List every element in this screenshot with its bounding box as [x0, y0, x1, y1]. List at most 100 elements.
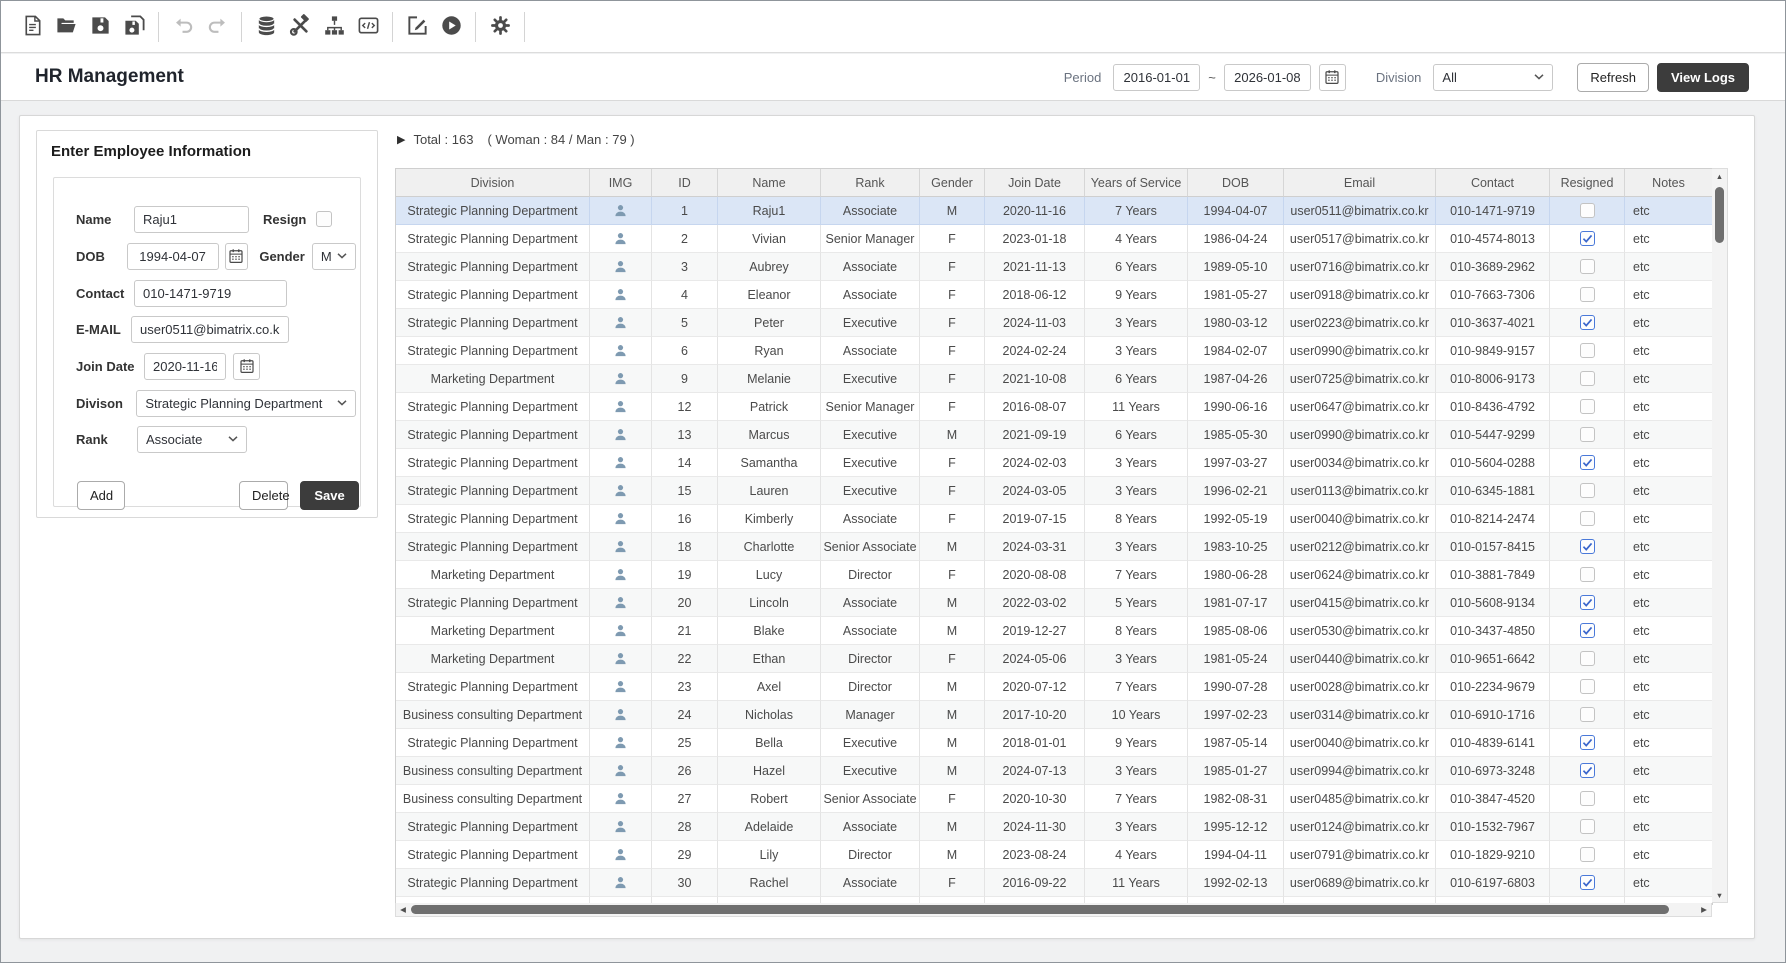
- toolbar-new-document-button[interactable]: [15, 10, 49, 44]
- table-row[interactable]: Strategic Planning Department30RachelAss…: [396, 869, 1712, 897]
- scroll-up-arrow[interactable]: ▲: [1712, 169, 1727, 183]
- add-button[interactable]: Add: [77, 481, 125, 510]
- table-row[interactable]: Strategic Planning Department12PatrickSe…: [396, 393, 1712, 421]
- table-row[interactable]: Strategic Planning Department28AdelaideA…: [396, 813, 1712, 841]
- rank-select[interactable]: Associate: [137, 426, 247, 453]
- toolbar-undo-button[interactable]: [166, 10, 200, 44]
- table-row[interactable]: Strategic Planning Department4EleanorAss…: [396, 281, 1712, 309]
- column-header-rank[interactable]: Rank: [821, 169, 920, 197]
- resigned-checkbox[interactable]: [1580, 875, 1595, 890]
- table-row[interactable]: Strategic Planning Department18Charlotte…: [396, 533, 1712, 561]
- column-header-resigned[interactable]: Resigned: [1550, 169, 1625, 197]
- period-calendar-button[interactable]: [1319, 64, 1346, 91]
- scroll-down-arrow[interactable]: ▼: [1712, 888, 1727, 902]
- join-date-input[interactable]: [144, 353, 226, 380]
- table-row[interactable]: Strategic Planning Department14SamanthaE…: [396, 449, 1712, 477]
- resigned-checkbox[interactable]: [1580, 371, 1595, 386]
- table-row[interactable]: Strategic Planning Department23AxelDirec…: [396, 673, 1712, 701]
- table-row[interactable]: Strategic Planning Department15LaurenExe…: [396, 477, 1712, 505]
- resigned-checkbox[interactable]: [1580, 791, 1595, 806]
- dob-input[interactable]: [127, 243, 219, 270]
- resigned-checkbox[interactable]: [1580, 203, 1595, 218]
- scroll-right-arrow[interactable]: ▶: [1697, 903, 1711, 916]
- resigned-checkbox[interactable]: [1580, 623, 1595, 638]
- resigned-checkbox[interactable]: [1580, 735, 1595, 750]
- toolbar-code-button[interactable]: [351, 10, 385, 44]
- column-header-contact[interactable]: Contact: [1436, 169, 1550, 197]
- resigned-checkbox[interactable]: [1580, 567, 1595, 582]
- toolbar-database-button[interactable]: [249, 10, 283, 44]
- table-row[interactable]: Business consulting Department26HazelExe…: [396, 757, 1712, 785]
- toolbar-save-all-button[interactable]: [117, 10, 151, 44]
- division-select[interactable]: All: [1433, 64, 1553, 91]
- table-row[interactable]: Strategic Planning Department3AubreyAsso…: [396, 253, 1712, 281]
- table-row[interactable]: Strategic Planning Department2VivianSeni…: [396, 225, 1712, 253]
- toolbar-redo-button[interactable]: [200, 10, 234, 44]
- table-row[interactable]: Strategic Planning Department6RyanAssoci…: [396, 337, 1712, 365]
- save-button[interactable]: Save: [300, 481, 359, 510]
- toolbar-edit-button[interactable]: [400, 10, 434, 44]
- resigned-checkbox[interactable]: [1580, 399, 1595, 414]
- column-header-img[interactable]: IMG: [590, 169, 652, 197]
- toolbar-save-button[interactable]: [83, 10, 117, 44]
- table-row[interactable]: Business consulting Department27RobertSe…: [396, 785, 1712, 813]
- delete-button[interactable]: Delete: [239, 481, 288, 510]
- resigned-checkbox[interactable]: [1580, 343, 1595, 358]
- toolbar-settings-button[interactable]: [483, 10, 517, 44]
- table-row[interactable]: Marketing Department9MelanieExecutiveF20…: [396, 365, 1712, 393]
- vertical-scroll-thumb[interactable]: [1715, 187, 1724, 243]
- period-to-input[interactable]: [1224, 64, 1311, 91]
- division-form-select[interactable]: Strategic Planning Department: [136, 390, 356, 417]
- contact-input[interactable]: [134, 280, 287, 307]
- table-row[interactable]: Strategic Planning Department13MarcusExe…: [396, 421, 1712, 449]
- resigned-checkbox[interactable]: [1580, 483, 1595, 498]
- table-row[interactable]: Strategic Planning Department5PeterExecu…: [396, 309, 1712, 337]
- table-row[interactable]: Marketing Department21BlakeAssociateM201…: [396, 617, 1712, 645]
- gender-select[interactable]: M: [312, 243, 356, 270]
- table-row[interactable]: Strategic Planning Department20LincolnAs…: [396, 589, 1712, 617]
- resign-checkbox[interactable]: [316, 211, 332, 227]
- column-header-years[interactable]: Years of Service: [1085, 169, 1188, 197]
- column-header-name[interactable]: Name: [718, 169, 821, 197]
- view-logs-button[interactable]: View Logs: [1657, 63, 1749, 92]
- resigned-checkbox[interactable]: [1580, 763, 1595, 778]
- table-row[interactable]: Strategic Planning Department1Raju1Assoc…: [396, 197, 1712, 225]
- column-header-dob[interactable]: DOB: [1188, 169, 1284, 197]
- column-header-gender[interactable]: Gender: [920, 169, 985, 197]
- table-row[interactable]: Strategic Planning Department25BellaExec…: [396, 729, 1712, 757]
- resigned-checkbox[interactable]: [1580, 679, 1595, 694]
- resigned-checkbox[interactable]: [1580, 427, 1595, 442]
- resigned-checkbox[interactable]: [1580, 707, 1595, 722]
- table-row[interactable]: Marketing Department22EthanDirectorF2024…: [396, 645, 1712, 673]
- column-header-division[interactable]: Division: [396, 169, 590, 197]
- table-row[interactable]: Strategic Planning Department16KimberlyA…: [396, 505, 1712, 533]
- email-input[interactable]: [131, 316, 289, 343]
- resigned-checkbox[interactable]: [1580, 259, 1595, 274]
- resigned-checkbox[interactable]: [1580, 819, 1595, 834]
- column-header-email[interactable]: Email: [1284, 169, 1436, 197]
- resigned-checkbox[interactable]: [1580, 231, 1595, 246]
- resigned-checkbox[interactable]: [1580, 455, 1595, 470]
- join-calendar-button[interactable]: [233, 353, 260, 380]
- scroll-left-arrow[interactable]: ◀: [396, 903, 410, 916]
- resigned-checkbox[interactable]: [1580, 511, 1595, 526]
- toolbar-run-button[interactable]: [434, 10, 468, 44]
- column-header-join_date[interactable]: Join Date: [985, 169, 1085, 197]
- table-row[interactable]: Strategic Planning Department29LilyDirec…: [396, 841, 1712, 869]
- name-input[interactable]: [134, 206, 249, 233]
- table-row[interactable]: Marketing Department19LucyDirectorF2020-…: [396, 561, 1712, 589]
- toolbar-sitemap-button[interactable]: [317, 10, 351, 44]
- resigned-checkbox[interactable]: [1580, 539, 1595, 554]
- toolbar-tools-button[interactable]: [283, 10, 317, 44]
- resigned-checkbox[interactable]: [1580, 595, 1595, 610]
- column-header-id[interactable]: ID: [652, 169, 718, 197]
- resigned-checkbox[interactable]: [1580, 651, 1595, 666]
- resigned-checkbox[interactable]: [1580, 315, 1595, 330]
- table-row[interactable]: Business consulting Department24Nicholas…: [396, 701, 1712, 729]
- dob-calendar-button[interactable]: [225, 243, 249, 270]
- vertical-scrollbar[interactable]: ▲▼: [1712, 168, 1728, 903]
- column-header-notes[interactable]: Notes: [1625, 169, 1712, 197]
- refresh-button[interactable]: Refresh: [1577, 63, 1649, 92]
- resigned-checkbox[interactable]: [1580, 847, 1595, 862]
- resigned-checkbox[interactable]: [1580, 287, 1595, 302]
